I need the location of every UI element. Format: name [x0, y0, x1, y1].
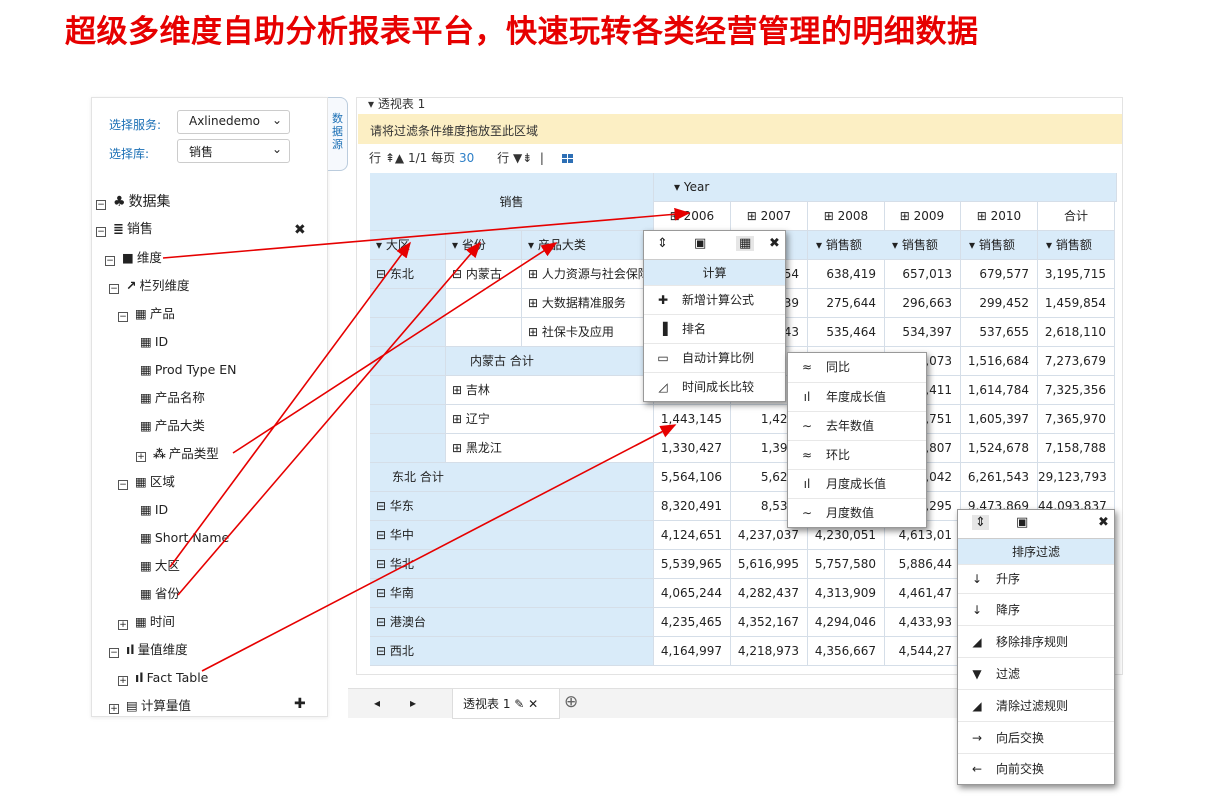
arrow-fact-to-values: [201, 424, 677, 672]
arrow-region-to-bigregion: [169, 241, 411, 568]
arrow-province-to-province: [177, 241, 482, 596]
annotation-arrows: [162, 207, 691, 672]
arrow-dimension-to-year: [162, 207, 691, 259]
arrow-type-to-category: [232, 242, 558, 454]
